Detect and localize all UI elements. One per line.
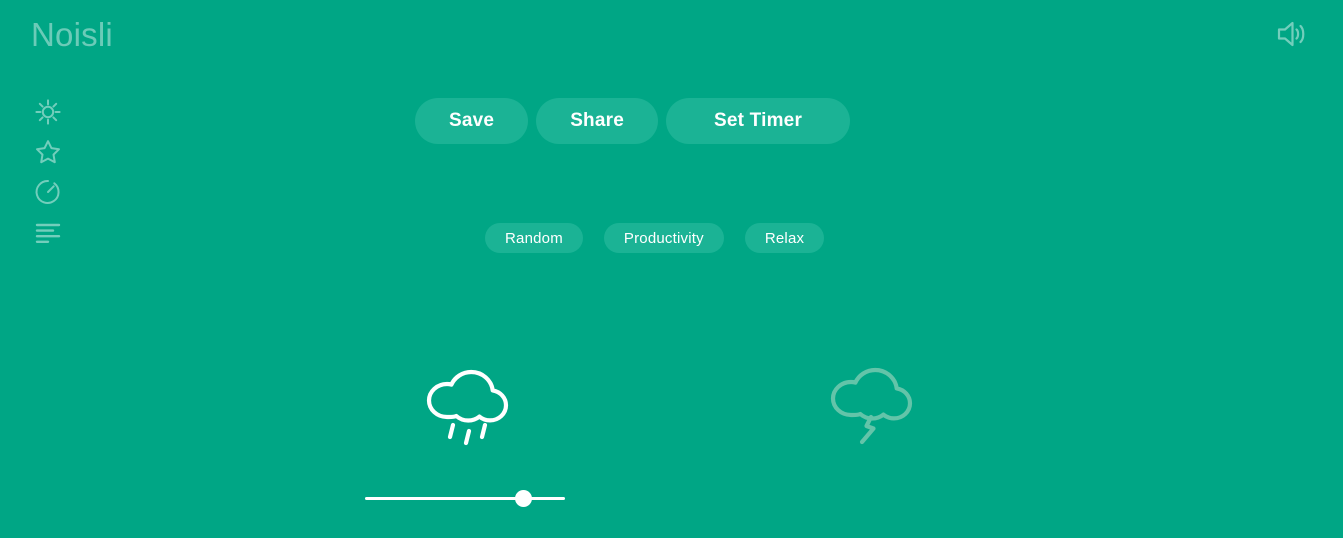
sound-tile-rain — [365, 340, 565, 530]
speaker-volume-icon[interactable] — [1275, 18, 1309, 50]
noisli-app: Noisli Save Share Set Timer Random Produ… — [0, 0, 1343, 538]
volume-slider-thumb[interactable] — [514, 490, 532, 507]
preset-productivity-button[interactable]: Productivity — [603, 223, 724, 253]
star-icon — [33, 137, 63, 167]
sidebar-item-favorites[interactable] — [31, 132, 65, 172]
rain-cloud-icon[interactable] — [415, 357, 515, 447]
preset-random-button[interactable]: Random — [485, 223, 583, 253]
volume-slider-rain[interactable] — [365, 488, 565, 510]
app-logo: Noisli — [31, 16, 113, 53]
volume-slider-track — [365, 497, 565, 500]
save-button[interactable]: Save — [415, 98, 529, 144]
text-lines-icon — [33, 217, 63, 247]
sound-tile-thunderstorm — [769, 340, 969, 530]
set-timer-button[interactable]: Set Timer — [666, 98, 851, 144]
preset-button-group: Random Productivity Relax — [485, 223, 825, 253]
gear-icon — [33, 97, 63, 127]
preset-relax-button[interactable]: Relax — [744, 223, 825, 253]
timer-icon — [33, 177, 63, 207]
sidebar-item-timer[interactable] — [31, 172, 65, 212]
thunderstorm-cloud-icon[interactable] — [819, 357, 919, 447]
sidebar — [31, 92, 65, 252]
action-button-group: Save Share Set Timer — [415, 98, 851, 144]
share-button[interactable]: Share — [536, 98, 658, 144]
sidebar-item-text-editor[interactable] — [31, 212, 65, 252]
sidebar-item-settings[interactable] — [31, 92, 65, 132]
sound-grid — [0, 340, 1343, 530]
